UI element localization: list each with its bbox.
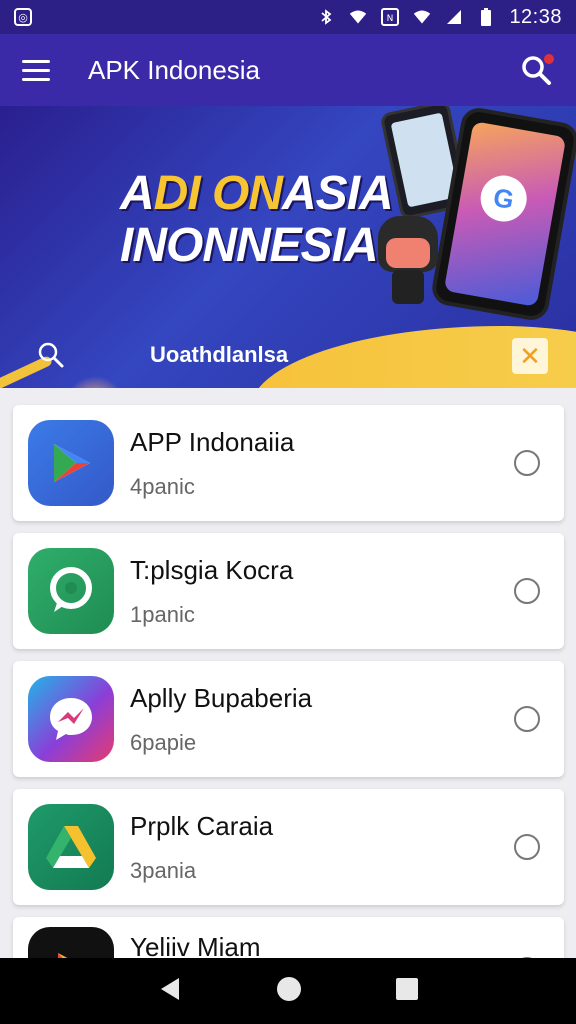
status-bar: ◎ N 12:38: [0, 0, 576, 34]
status-icons: N 12:38: [317, 6, 562, 29]
select-radio[interactable]: [514, 578, 540, 604]
app-title: APK Indonesia: [88, 54, 261, 85]
app-title: APP Indonaiia: [130, 427, 295, 457]
promo-banner[interactable]: G ADI ONASIA INONNESIA Uoathdlanlsa ✕: [0, 106, 576, 388]
bluetooth-icon: [317, 8, 335, 26]
list-item[interactable]: Aplly Bupaberia 6papie: [13, 661, 564, 777]
app-bar: APK Indonesia: [0, 34, 576, 106]
app-subtitle: 3pania: [130, 858, 197, 883]
wifi-icon: [349, 8, 367, 26]
list-item[interactable]: T:plsgia Kocra 1panic: [13, 533, 564, 649]
chat-bubble-icon: [28, 548, 114, 634]
select-radio[interactable]: [514, 450, 540, 476]
app-title: Prplk Caraia: [130, 811, 274, 841]
app-subtitle: 1panic: [130, 602, 195, 627]
play-store-icon: [28, 420, 114, 506]
banner-headline: ADI ONASIA INONNESIA: [120, 167, 394, 272]
banner-close-button[interactable]: ✕: [512, 338, 548, 374]
messenger-icon: [28, 676, 114, 762]
list-item[interactable]: Prplk Caraia 3pania: [13, 789, 564, 905]
nfc-icon: N: [381, 8, 400, 26]
signal-icon: [413, 8, 431, 26]
select-radio[interactable]: [514, 706, 540, 732]
banner-search-icon[interactable]: [36, 340, 66, 370]
select-radio[interactable]: [514, 834, 540, 860]
signal-bars-icon: [445, 8, 463, 26]
back-icon[interactable]: [157, 976, 183, 1007]
battery-icon: [477, 8, 495, 26]
home-icon[interactable]: [276, 976, 302, 1007]
app-title: T:plsgia Kocra: [130, 555, 294, 585]
drive-icon: [28, 804, 114, 890]
search-icon[interactable]: [516, 50, 556, 90]
app-subtitle: 4panic: [130, 474, 195, 499]
app-subtitle: 6papie: [130, 730, 197, 755]
app-title: Aplly Bupaberia: [130, 683, 313, 713]
svg-text:N: N: [387, 14, 394, 24]
recents-icon[interactable]: [395, 977, 419, 1006]
hamburger-menu-icon[interactable]: [22, 50, 62, 90]
navigation-bar: [0, 958, 576, 1024]
banner-caption: Uoathdlanlsa: [150, 342, 289, 367]
status-time: 12:38: [509, 5, 562, 28]
notification-dot: [544, 54, 554, 64]
app-notification-icon: ◎: [14, 8, 32, 26]
list-item[interactable]: APP Indonaiia 4panic: [13, 405, 564, 521]
